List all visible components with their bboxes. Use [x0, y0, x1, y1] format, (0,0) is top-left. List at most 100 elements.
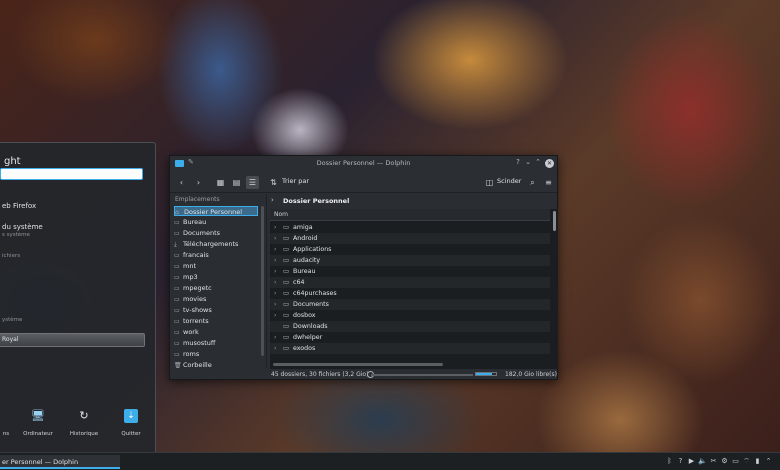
- launcher-search-input[interactable]: [0, 168, 143, 180]
- battery-icon[interactable]: ▮: [752, 457, 763, 465]
- folder-icon: ▭: [283, 333, 290, 341]
- place-item-trash[interactable]: 🗑Corbeille: [174, 360, 258, 370]
- place-item-movies[interactable]: ▭ movies: [174, 294, 258, 304]
- launcher-entry-firefox[interactable]: eb Firefox: [2, 202, 36, 210]
- sort-icon[interactable]: ⇅: [267, 176, 280, 189]
- file-row[interactable]: › ▭ c64purchases: [270, 288, 550, 299]
- file-row[interactable]: › ▭ Bureau: [270, 266, 550, 277]
- place-item-documents[interactable]: ▭ Documents: [174, 228, 258, 238]
- place-item-roms[interactable]: ▭ roms: [174, 349, 258, 359]
- split-icon[interactable]: ◫: [483, 176, 496, 189]
- launcher-entry-system[interactable]: du système: [2, 223, 43, 231]
- favorite-quit[interactable]: ⇣ Quitter: [111, 409, 151, 437]
- desktop-icon: ▭: [174, 219, 180, 226]
- forward-button[interactable]: ›: [192, 176, 205, 189]
- file-name: dosbox: [293, 312, 316, 319]
- launcher-selected-entry[interactable]: Royal: [0, 333, 145, 347]
- place-item-home[interactable]: ⌂ Dossier Personnel: [174, 206, 258, 216]
- sort-button[interactable]: Trier par: [282, 177, 309, 185]
- search-icon[interactable]: ⌕: [526, 176, 539, 189]
- place-item-francais[interactable]: ▭ francais: [174, 250, 258, 260]
- place-item-tv-shows[interactable]: ▭ tv-shows: [174, 305, 258, 315]
- file-row[interactable]: › ▭ dosbox: [270, 310, 550, 321]
- expand-icon[interactable]: ⌃: [763, 457, 774, 465]
- file-row[interactable]: › ▭ Android: [270, 233, 550, 244]
- file-row[interactable]: › ▭ c64: [270, 277, 550, 288]
- chevron-right-icon[interactable]: ›: [274, 244, 276, 255]
- back-button[interactable]: ‹: [175, 176, 188, 189]
- place-item-musostuff[interactable]: ▭ musostuff: [174, 338, 258, 348]
- folder-icon: ▭: [174, 230, 180, 237]
- file-row[interactable]: › ▭ audacity: [270, 255, 550, 266]
- chevron-right-icon[interactable]: ›: [274, 310, 276, 321]
- favorite-computer[interactable]: 🖥 Ordinateur: [18, 409, 58, 437]
- place-item-mp3[interactable]: ▭ mp3: [174, 272, 258, 282]
- place-label: roms: [183, 350, 200, 358]
- chevron-right-icon[interactable]: ›: [274, 288, 276, 299]
- computer-icon: 🖥: [31, 409, 45, 422]
- close-icon[interactable]: ✕: [545, 159, 554, 168]
- details-view-button[interactable]: ☰: [246, 176, 259, 189]
- download-icon: ⤓: [174, 241, 177, 248]
- settings-icon[interactable]: ⚙: [719, 457, 730, 465]
- chevron-right-icon[interactable]: ›: [274, 222, 276, 233]
- help-icon[interactable]: ?: [513, 158, 523, 166]
- bluetooth-icon[interactable]: ᛒ: [664, 457, 675, 465]
- place-item-mpegetc[interactable]: ▭ mpegetc: [174, 283, 258, 293]
- folder-icon: ▭: [174, 296, 180, 303]
- file-list-scrollbar[interactable]: [553, 211, 556, 231]
- launcher-entry-system-sub: s système: [2, 232, 30, 238]
- media-icon[interactable]: ▶: [686, 457, 697, 465]
- zoom-slider[interactable]: [371, 374, 473, 376]
- chevron-right-icon[interactable]: ›: [274, 299, 276, 310]
- menu-icon[interactable]: ≡: [542, 176, 555, 189]
- favorite-history[interactable]: ↻ Historique: [64, 409, 104, 437]
- folder-icon: ▭: [174, 285, 180, 292]
- network-icon[interactable]: ⌔: [741, 457, 752, 466]
- maximize-icon[interactable]: ⌃: [533, 158, 543, 166]
- minimize-icon[interactable]: ⌄: [523, 158, 533, 166]
- compact-view-button[interactable]: ▤: [230, 176, 243, 189]
- file-name: Documents: [293, 301, 329, 308]
- place-label: Bureau: [183, 218, 207, 226]
- task-label: er Personnel — Dolphin: [2, 458, 79, 466]
- file-row[interactable]: › ▭ amiga: [270, 222, 550, 233]
- folder-icon: ▭: [283, 311, 290, 319]
- place-label: movies: [183, 295, 207, 303]
- file-list-hscrollbar[interactable]: [273, 363, 443, 366]
- folder-icon: ▭: [283, 256, 290, 264]
- column-header-name[interactable]: Nom: [270, 209, 550, 221]
- window-titlebar[interactable]: ✎ Dossier Personnel — Dolphin ? ⌄ ⌃ ✕: [170, 156, 557, 171]
- chevron-right-icon[interactable]: ›: [274, 266, 276, 277]
- chevron-right-icon[interactable]: ›: [274, 233, 276, 244]
- chevron-right-icon[interactable]: ›: [274, 332, 276, 343]
- file-list: Nom › ▭ amiga › ▭ Android › ▭ Applications › ▭ a…: [270, 209, 558, 369]
- file-row[interactable]: › ▭ exodos: [270, 343, 550, 354]
- icons-view-button[interactable]: ▦: [214, 176, 227, 189]
- file-name: c64purchases: [293, 290, 337, 297]
- place-item-downloads[interactable]: ⤓ Téléchargements: [174, 239, 258, 249]
- toolbar: ‹ › ▦ ▤ ☰ ⇅ Trier par ◫ Scinder ⌕ ≡: [170, 171, 557, 193]
- places-header: Emplacements: [175, 196, 220, 203]
- volume-icon[interactable]: 🔈: [697, 457, 708, 465]
- split-button[interactable]: Scinder: [497, 177, 521, 185]
- display-icon[interactable]: ▭: [730, 457, 741, 465]
- file-row[interactable]: › ▭ dwhelper: [270, 332, 550, 343]
- file-row[interactable]: › ▭ Documents: [270, 299, 550, 310]
- help-icon[interactable]: ?: [675, 457, 686, 465]
- place-item-mnt[interactable]: ▭ mnt: [174, 261, 258, 271]
- chevron-right-icon[interactable]: ›: [274, 343, 276, 354]
- place-item-desktop[interactable]: ▭ Bureau: [174, 217, 258, 227]
- breadcrumb[interactable]: › Dossier Personnel: [268, 194, 558, 209]
- chevron-right-icon[interactable]: ›: [274, 277, 276, 288]
- place-item-work[interactable]: ▭ work: [174, 327, 258, 337]
- breadcrumb-current[interactable]: Dossier Personnel: [283, 197, 349, 205]
- file-row[interactable]: › ▭ Applications: [270, 244, 550, 255]
- file-row[interactable]: ▭ Downloads: [270, 321, 550, 332]
- place-item-torrents[interactable]: ▭ torrents: [174, 316, 258, 326]
- clipboard-icon[interactable]: ✂: [708, 457, 719, 465]
- chevron-right-icon[interactable]: ›: [274, 255, 276, 266]
- task-dolphin[interactable]: er Personnel — Dolphin: [0, 455, 120, 469]
- places-scrollbar[interactable]: [261, 206, 264, 356]
- status-summary: 45 dossiers, 30 fichiers (3,2 Gio): [271, 371, 369, 378]
